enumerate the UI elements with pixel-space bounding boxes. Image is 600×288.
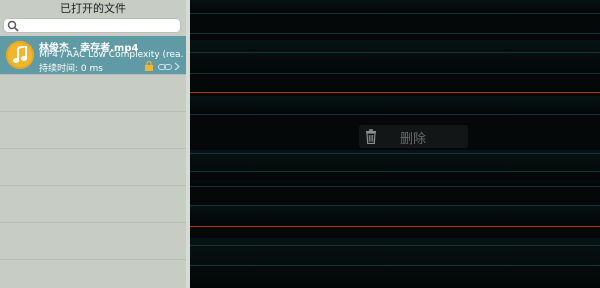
list-divider xyxy=(0,111,186,112)
grid-line xyxy=(190,52,600,53)
accent-line xyxy=(190,92,600,93)
delete-label: 删除 xyxy=(400,132,427,147)
grid-band xyxy=(190,150,600,180)
grid-line xyxy=(190,13,600,14)
grid-line xyxy=(190,186,600,187)
accent-line xyxy=(190,226,600,227)
grid-band xyxy=(190,205,600,223)
grid-line xyxy=(190,265,600,266)
sidebar-title: 已打开的文件 xyxy=(60,2,126,15)
list-divider xyxy=(0,74,186,75)
grid-line xyxy=(190,73,600,74)
list-divider xyxy=(0,259,186,260)
grid-band xyxy=(190,40,600,74)
grid-line xyxy=(190,245,600,246)
grid-line xyxy=(190,33,600,34)
list-divider xyxy=(0,185,186,186)
trash-icon xyxy=(366,129,376,144)
grid-line xyxy=(190,171,600,172)
grid-line xyxy=(190,114,600,115)
sidebar: 已打开的文件 林俊杰 - 幸存者.mp4 MP4 / AAC Low Compl… xyxy=(0,0,186,288)
chevron-right-icon[interactable] xyxy=(174,62,180,71)
music-note-icon xyxy=(6,41,34,69)
list-divider xyxy=(0,222,186,223)
lock-icon xyxy=(145,61,153,71)
file-duration: 持续时间: 0 ms xyxy=(39,64,103,74)
search-input[interactable] xyxy=(3,18,181,33)
link-icon[interactable] xyxy=(158,63,172,71)
file-list-item[interactable]: 林俊杰 - 幸存者.mp4 MP4 / AAC Low Complexity (… xyxy=(0,36,186,74)
grid-line xyxy=(190,205,600,206)
delete-button[interactable]: 删除 xyxy=(359,125,468,148)
main-canvas: 删除 xyxy=(190,0,600,288)
grid-band xyxy=(190,0,600,12)
grid-band xyxy=(190,96,600,114)
list-divider xyxy=(0,148,186,149)
search-icon xyxy=(7,20,19,32)
grid-line xyxy=(190,153,600,154)
file-codec: MP4 / AAC Low Complexity (rea... xyxy=(39,50,183,60)
